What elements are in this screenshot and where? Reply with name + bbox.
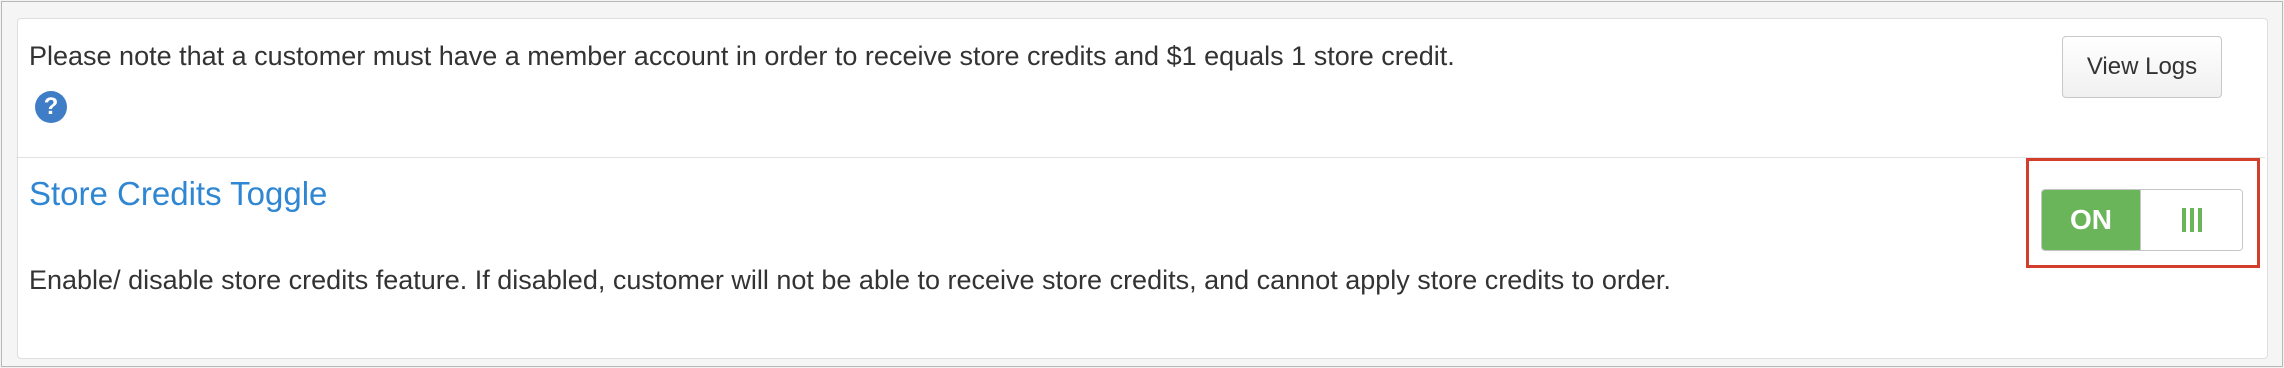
store-credits-toggle-switch[interactable]: ON	[2041, 189, 2243, 251]
toggle-on-label: ON	[2042, 190, 2140, 250]
grip-lines-icon	[2181, 208, 2202, 232]
store-credits-description: Enable/ disable store credits feature. I…	[29, 265, 1671, 295]
view-logs-button[interactable]: View Logs	[2062, 36, 2222, 98]
store-credits-toggle-title: Store Credits Toggle	[29, 175, 328, 212]
store-credit-notice: Please note that a customer must have a …	[29, 34, 1479, 123]
section-divider	[16, 157, 2265, 158]
toggle-handle[interactable]	[2140, 190, 2242, 250]
help-icon[interactable]: ?	[35, 91, 67, 123]
notice-text: Please note that a customer must have a …	[29, 41, 1455, 71]
